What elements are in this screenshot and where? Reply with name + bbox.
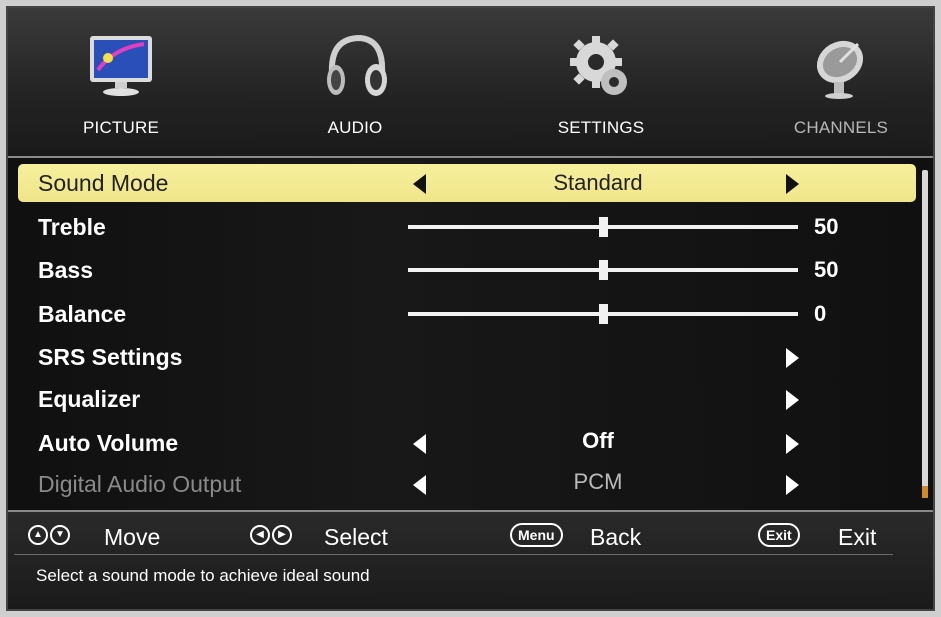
right-arrow-icon bbox=[786, 475, 799, 495]
tab-settings[interactable]: SETTINGS bbox=[516, 8, 686, 156]
menu-row-balance[interactable]: Balance 0 bbox=[18, 295, 916, 333]
satellite-dish-icon bbox=[816, 40, 864, 99]
hint-text: Select bbox=[324, 524, 388, 550]
menu-scrollbar[interactable] bbox=[922, 170, 928, 498]
row-label: Equalizer bbox=[38, 386, 141, 412]
submenu-arrow-icon[interactable] bbox=[786, 348, 799, 368]
row-value: 50 bbox=[814, 257, 839, 282]
right-arrow-icon[interactable] bbox=[786, 434, 799, 454]
row-value: 50 bbox=[814, 214, 839, 239]
headphones-icon bbox=[327, 34, 387, 96]
hint-select: ◀ ▶ Select bbox=[250, 520, 420, 550]
row-value: Standard bbox=[553, 170, 643, 195]
tab-audio[interactable]: AUDIO bbox=[270, 8, 440, 156]
monitor-icon bbox=[90, 36, 152, 96]
left-arrow-icon: ◀ bbox=[250, 525, 270, 545]
hint-back: Menu Back bbox=[510, 520, 680, 550]
left-arrow-icon[interactable] bbox=[413, 174, 426, 194]
tab-label: CHANNELS bbox=[793, 118, 889, 137]
row-label: Balance bbox=[38, 301, 127, 327]
menu-row-bass[interactable]: Bass 50 bbox=[18, 251, 916, 289]
menu-row-equalizer[interactable]: Equalizer bbox=[18, 380, 916, 418]
hint-text: Exit bbox=[838, 524, 877, 550]
left-arrow-icon[interactable] bbox=[413, 434, 426, 454]
audio-settings-panel: Sound Mode Standard Treble 50 Bass 50 Ba… bbox=[8, 158, 933, 510]
row-value: Off bbox=[582, 428, 614, 453]
menu-row-srs-settings[interactable]: SRS Settings bbox=[18, 338, 916, 376]
slider-knob[interactable] bbox=[599, 304, 608, 324]
hint-move: ▲ ▼ Move bbox=[28, 520, 188, 550]
left-arrow-icon bbox=[413, 475, 426, 495]
divider bbox=[14, 554, 893, 555]
tab-picture[interactable]: PICTURE bbox=[36, 8, 206, 156]
row-label: Digital Audio Output bbox=[38, 471, 242, 497]
menu-row-treble[interactable]: Treble 50 bbox=[18, 208, 916, 246]
exit-key-icon: Exit bbox=[758, 523, 800, 547]
help-description: Select a sound mode to achieve ideal sou… bbox=[36, 566, 370, 585]
tab-label: SETTINGS bbox=[557, 118, 645, 137]
tv-menu-screen: PICTURE AUDIO SETTINGS CHANNELS Sound Mo… bbox=[6, 6, 935, 611]
category-tab-bar: PICTURE AUDIO SETTINGS CHANNELS bbox=[8, 8, 933, 158]
submenu-arrow-icon[interactable] bbox=[786, 390, 799, 410]
tab-channels[interactable]: CHANNELS bbox=[756, 8, 926, 156]
slider-knob[interactable] bbox=[599, 260, 608, 280]
row-label: Sound Mode bbox=[38, 170, 169, 196]
tab-label: PICTURE bbox=[82, 118, 160, 137]
menu-key-icon: Menu bbox=[510, 523, 563, 547]
help-bar: ▲ ▼ Move ◀ ▶ Select Menu Back Exit Exit … bbox=[8, 510, 933, 609]
menu-row-auto-volume[interactable]: Auto Volume Off bbox=[18, 424, 916, 462]
row-value: 0 bbox=[814, 301, 827, 326]
gear-icon bbox=[570, 36, 627, 95]
right-arrow-icon[interactable] bbox=[786, 174, 799, 194]
menu-row-sound-mode[interactable]: Sound Mode Standard bbox=[18, 164, 916, 202]
hint-exit: Exit Exit bbox=[758, 520, 908, 550]
hint-text: Move bbox=[104, 524, 161, 550]
row-label: Bass bbox=[38, 257, 93, 283]
slider-knob[interactable] bbox=[599, 217, 608, 237]
row-value: PCM bbox=[573, 469, 623, 494]
scrollbar-thumb[interactable] bbox=[922, 486, 928, 498]
hint-text: Back bbox=[590, 524, 642, 550]
tab-label: AUDIO bbox=[327, 118, 383, 137]
row-label: Treble bbox=[38, 214, 106, 240]
up-arrow-icon: ▲ bbox=[28, 525, 48, 545]
row-label: SRS Settings bbox=[38, 344, 183, 370]
menu-row-digital-audio-output: Digital Audio Output PCM bbox=[18, 465, 916, 503]
down-arrow-icon: ▼ bbox=[50, 525, 70, 545]
row-label: Auto Volume bbox=[38, 430, 179, 456]
right-arrow-icon: ▶ bbox=[272, 525, 292, 545]
